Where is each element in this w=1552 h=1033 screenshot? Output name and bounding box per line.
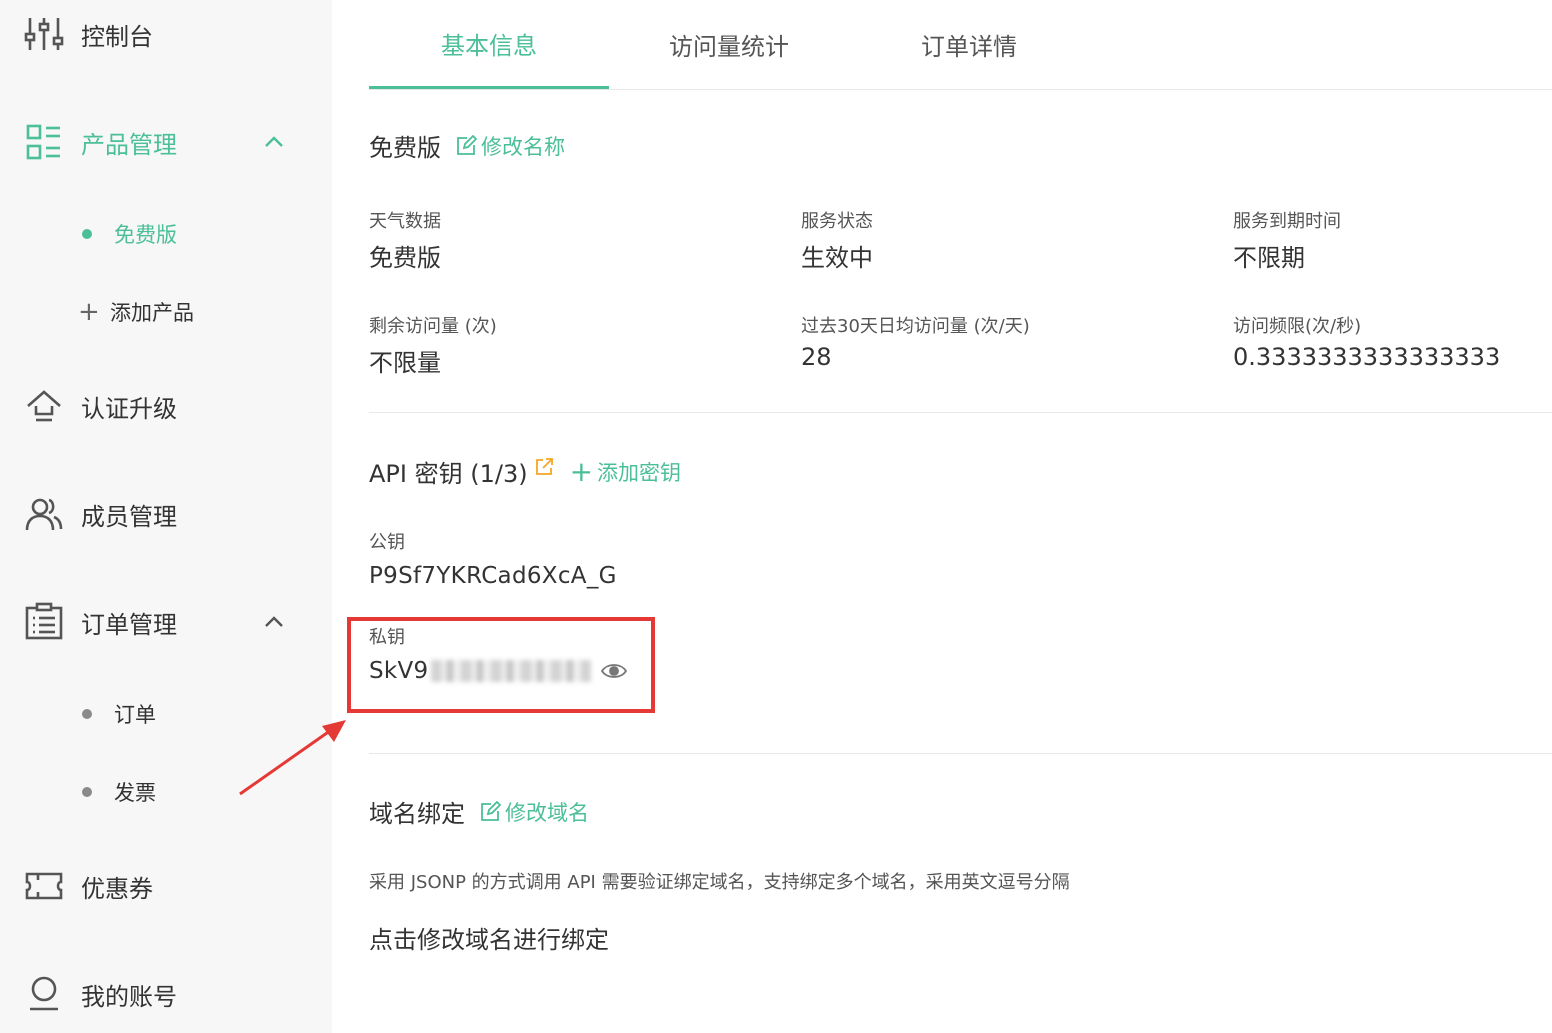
public-key-label: 公钥	[369, 532, 405, 553]
sliders-icon	[24, 14, 64, 54]
api-key-title-row: API 密钥 (1/3) + 添加密钥	[369, 454, 681, 489]
field-label-expiry: 服务到期时间	[1233, 211, 1341, 232]
sidebar-item-label: 认证升级	[81, 394, 177, 423]
field-label-service-status: 服务状态	[801, 211, 873, 232]
bullet-dot	[82, 709, 92, 719]
members-icon	[24, 494, 64, 534]
sidebar-item-label: 成员管理	[81, 502, 177, 531]
add-key-label: 添加密钥	[597, 460, 682, 485]
sidebar-item-upgrade[interactable]: 认证升级	[24, 384, 177, 428]
plan-title-row: 免费版 修改名称	[369, 128, 565, 163]
sidebar-item-label: 订单管理	[81, 610, 177, 639]
edit-domain-link[interactable]: 修改域名	[479, 797, 589, 827]
field-label-remaining-quota: 剩余访问量 (次)	[369, 316, 497, 337]
sidebar-subitem-free[interactable]: 免费版	[78, 216, 177, 252]
edit-icon	[457, 134, 477, 155]
upgrade-icon	[24, 386, 64, 426]
bullet-dot	[82, 787, 92, 797]
edit-icon	[481, 800, 501, 821]
field-value-rate-limit: 0.3333333333333333	[1233, 343, 1501, 371]
field-value-avg-daily-traffic: 28	[801, 343, 832, 371]
sidebar-subitem-label: 添加产品	[110, 301, 194, 325]
annotation-arrow-icon	[239, 720, 346, 796]
edit-domain-label: 修改域名	[505, 800, 589, 825]
sidebar-item-products[interactable]: 产品管理	[24, 120, 177, 164]
sidebar-item-label: 优惠券	[81, 874, 153, 903]
api-key-title: API 密钥 (1/3)	[369, 460, 528, 488]
sidebar-subitem-order[interactable]: 订单	[78, 696, 156, 732]
clipboard-icon	[24, 602, 64, 642]
sidebar-subitem-label: 免费版	[114, 223, 177, 247]
field-value-expiry: 不限期	[1233, 244, 1305, 272]
rename-link-label: 修改名称	[481, 134, 565, 159]
user-icon	[24, 974, 64, 1014]
domain-bind-hint[interactable]: 点击修改域名进行绑定	[369, 920, 609, 955]
chevron-up-icon[interactable]	[262, 610, 286, 634]
section-divider	[369, 412, 1552, 413]
sidebar-subitem-label: 发票	[114, 781, 156, 805]
field-value-weather-data: 免费版	[369, 244, 441, 272]
field-label-weather-data: 天气数据	[369, 211, 441, 232]
section-divider	[369, 753, 1552, 754]
public-key-value: P9Sf7YKRCad6XcA_G	[369, 563, 617, 589]
tab-bar: 基本信息 访问量统计 订单详情	[369, 0, 1552, 90]
sidebar-item-orders[interactable]: 订单管理	[24, 600, 177, 644]
sidebar-subitem-add-product[interactable]: + 添加产品	[78, 294, 194, 330]
chevron-up-icon[interactable]	[262, 130, 286, 154]
sidebar-item-label: 产品管理	[81, 130, 177, 159]
coupon-icon	[24, 866, 64, 906]
plan-title: 免费版	[369, 134, 441, 162]
tab-traffic-stats[interactable]: 访问量统计	[609, 0, 849, 89]
field-label-rate-limit: 访问频限(次/秒)	[1233, 316, 1362, 337]
domain-description: 采用 JSONP 的方式调用 API 需要验证绑定域名，支持绑定多个域名，采用英…	[369, 872, 1070, 893]
external-link-icon[interactable]	[534, 455, 554, 475]
sidebar-item-label: 控制台	[81, 22, 153, 51]
private-key-highlight	[347, 617, 655, 713]
domain-title: 域名绑定	[369, 800, 465, 828]
field-label-avg-daily-traffic: 过去30天日均访问量 (次/天)	[801, 316, 1030, 337]
domain-title-row: 域名绑定 修改域名	[369, 794, 589, 829]
sidebar-subitem-label: 订单	[114, 703, 156, 727]
sidebar-subitem-invoice[interactable]: 发票	[78, 774, 156, 810]
plus-icon: +	[569, 454, 594, 488]
sidebar-item-console[interactable]: 控制台	[24, 12, 153, 56]
bullet-dot	[82, 229, 92, 239]
product-grid-icon	[24, 122, 64, 162]
add-key-link[interactable]: + 添加密钥	[570, 457, 681, 487]
field-value-remaining-quota: 不限量	[369, 349, 441, 377]
sidebar-item-coupons[interactable]: 优惠券	[24, 864, 153, 908]
field-value-service-status: 生效中	[801, 244, 873, 272]
sidebar-item-members[interactable]: 成员管理	[24, 492, 177, 536]
sidebar-item-account[interactable]: 我的账号	[24, 972, 177, 1016]
tab-basic-info[interactable]: 基本信息	[369, 0, 609, 89]
sidebar: 控制台 产品管理 免费版 + 添加产品 认证升级 成员管理 订单管理 订单 发票…	[0, 0, 332, 1033]
rename-link[interactable]: 修改名称	[455, 131, 565, 161]
sidebar-item-label: 我的账号	[81, 982, 177, 1011]
tab-order-details[interactable]: 订单详情	[849, 0, 1089, 89]
plus-icon: +	[78, 297, 100, 327]
